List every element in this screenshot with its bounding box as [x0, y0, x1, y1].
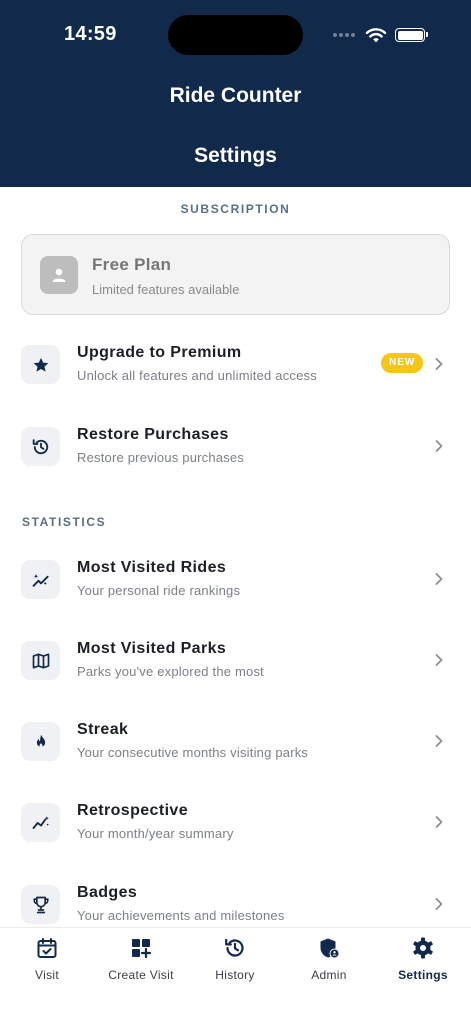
chevron-right-icon	[435, 358, 443, 370]
tab-label: Admin	[311, 968, 347, 982]
star-icon	[21, 345, 60, 384]
row-title: Badges	[77, 884, 138, 901]
history-icon	[225, 938, 244, 957]
upgrade-premium-row[interactable]: Upgrade to Premium Unlock all features a…	[0, 344, 471, 405]
tab-admin[interactable]: Admin	[282, 936, 376, 986]
tab-create-visit[interactable]: Create Visit	[94, 936, 188, 986]
status-icons	[333, 26, 428, 44]
row-title: Upgrade to Premium	[77, 344, 242, 361]
dynamic-island	[168, 15, 303, 55]
chevron-right-icon	[435, 816, 443, 828]
restore-icon	[21, 427, 60, 466]
chevron-right-icon	[435, 898, 443, 910]
most-visited-parks-row[interactable]: Most Visited Parks Parks you've explored…	[0, 640, 471, 701]
battery-icon	[395, 28, 428, 42]
row-title: Restore Purchases	[77, 426, 229, 443]
row-title: Streak	[77, 721, 129, 738]
status-bar: 14:59	[0, 0, 471, 70]
bottom-tab-bar: Visit Create Visit History Admin Setting…	[0, 927, 471, 1024]
tab-label: Visit	[35, 968, 59, 982]
row-description: Your achievements and milestones	[77, 908, 285, 923]
row-title: Most Visited Rides	[77, 559, 227, 576]
tab-visit[interactable]: Visit	[0, 936, 94, 986]
ranking-chart-icon	[21, 560, 60, 599]
page-title: Settings	[194, 144, 277, 167]
gear-icon	[413, 937, 433, 959]
plan-card: Free Plan Limited features available	[21, 234, 450, 315]
settings-list[interactable]: SUBSCRIPTION Free Plan Limited features …	[0, 187, 471, 927]
grid-add-icon	[132, 939, 152, 959]
person-icon	[40, 256, 78, 294]
statistics-section-label: STATISTICS	[22, 515, 107, 529]
trophy-icon	[21, 885, 60, 924]
wifi-icon	[365, 28, 387, 43]
status-time: 14:59	[64, 23, 117, 45]
chevron-right-icon	[435, 440, 443, 452]
cellular-signal-icon	[333, 33, 355, 37]
restore-purchases-row[interactable]: Restore Purchases Restore previous purch…	[0, 426, 471, 487]
app-title: Ride Counter	[169, 84, 302, 107]
row-description: Parks you've explored the most	[77, 664, 264, 679]
row-description: Your month/year summary	[77, 826, 234, 841]
row-description: Unlock all features and unlimited access	[77, 368, 317, 383]
app-header: 14:59 Ride Counter Settings	[0, 0, 471, 187]
subscription-section-label: SUBSCRIPTION	[180, 202, 291, 216]
row-title: Most Visited Parks	[77, 640, 227, 657]
calendar-check-icon	[37, 938, 57, 958]
trend-icon	[21, 803, 60, 842]
flame-icon	[21, 722, 60, 761]
admin-shield-icon	[320, 938, 340, 959]
plan-subtitle: Limited features available	[92, 282, 240, 297]
row-title: Retrospective	[77, 802, 189, 819]
row-description: Your personal ride rankings	[77, 583, 241, 598]
map-icon	[21, 641, 60, 680]
chevron-right-icon	[435, 573, 443, 585]
most-visited-rides-row[interactable]: Most Visited Rides Your personal ride ra…	[0, 559, 471, 620]
plan-title: Free Plan	[92, 255, 172, 274]
chevron-right-icon	[435, 654, 443, 666]
tab-settings[interactable]: Settings	[376, 936, 470, 986]
tab-label: History	[215, 968, 255, 982]
new-badge: NEW	[381, 353, 424, 373]
row-description: Restore previous purchases	[77, 450, 245, 465]
badges-row[interactable]: Badges Your achievements and milestones	[0, 884, 471, 927]
streak-row[interactable]: Streak Your consecutive months visiting …	[0, 721, 471, 782]
tab-label: Settings	[398, 968, 448, 982]
tab-history[interactable]: History	[188, 936, 282, 986]
retrospective-row[interactable]: Retrospective Your month/year summary	[0, 802, 471, 863]
tab-label: Create Visit	[108, 968, 174, 982]
row-description: Your consecutive months visiting parks	[77, 745, 309, 760]
chevron-right-icon	[435, 735, 443, 747]
